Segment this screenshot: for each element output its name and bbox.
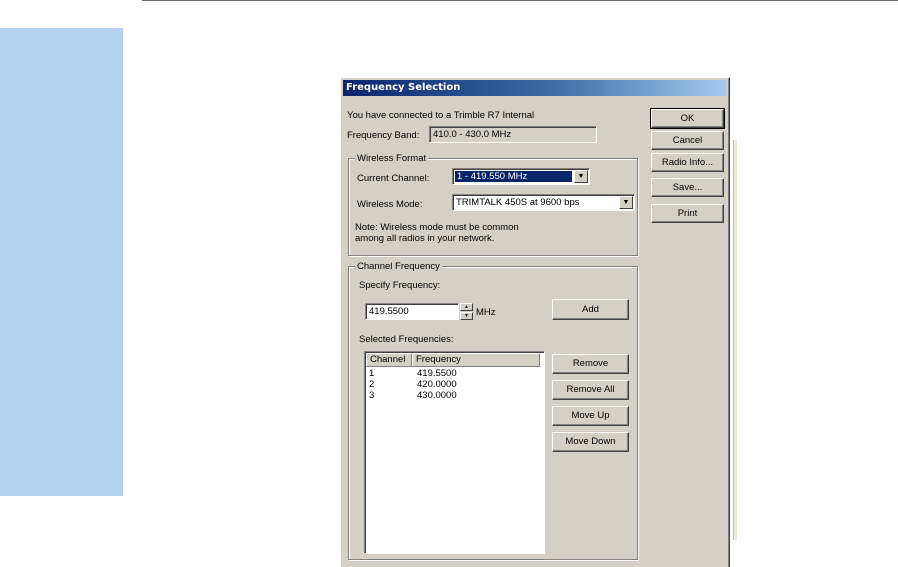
channel-cell: 3 xyxy=(369,390,375,401)
wireless-mode-label: Wireless Mode: xyxy=(357,199,423,210)
side-panel xyxy=(0,28,123,496)
dialog-title[interactable]: Frequency Selection xyxy=(343,80,726,96)
frequency-input[interactable]: 419.5500 xyxy=(365,303,459,320)
remove-button[interactable]: Remove xyxy=(552,354,629,374)
add-button[interactable]: Add xyxy=(552,299,629,320)
frequency-band-field: 410.0 - 430.0 MHz xyxy=(429,126,597,143)
cancel-button[interactable]: Cancel xyxy=(651,131,724,150)
frequency-cell: 420.0000 xyxy=(417,379,457,390)
frequencies-list[interactable]: Channel Frequency 1 419.5500 2 420.0000 … xyxy=(364,351,545,554)
move-down-button[interactable]: Move Down xyxy=(552,432,629,452)
frequency-spinner[interactable]: ▲ ▼ xyxy=(460,303,473,320)
channel-cell: 1 xyxy=(369,368,375,379)
connected-text: You have connected to a Trimble R7 Inter… xyxy=(347,110,535,121)
channel-cell: 2 xyxy=(369,379,375,390)
current-channel-dropdown[interactable]: 1 - 419.550 MHz ▼ xyxy=(452,168,590,185)
spin-down-icon[interactable]: ▼ xyxy=(460,312,473,320)
column-header-frequency[interactable]: Frequency xyxy=(412,353,540,367)
wireless-mode-dropdown[interactable]: TRIMTALK 450S at 9600 bps ▼ xyxy=(452,194,635,211)
move-up-button[interactable]: Move Up xyxy=(552,406,629,426)
current-channel-value: 1 - 419.550 MHz xyxy=(457,171,528,182)
spin-up-icon[interactable]: ▲ xyxy=(460,303,473,311)
list-item[interactable]: 1 419.5500 xyxy=(369,368,539,379)
specify-frequency-label: Specify Frequency: xyxy=(359,280,441,291)
list-item[interactable]: 2 420.0000 xyxy=(369,379,539,390)
channel-frequency-group: Channel Frequency Specify Frequency: 419… xyxy=(348,261,638,560)
note-line-1: Note: Wireless mode must be common xyxy=(355,222,519,233)
wireless-mode-value: TRIMTALK 450S at 9600 bps xyxy=(456,197,580,208)
frequency-cell: 419.5500 xyxy=(417,368,457,379)
background-window-edge xyxy=(733,140,737,540)
current-channel-selection: 1 - 419.550 MHz xyxy=(455,171,572,182)
frequency-band-label: Frequency Band: xyxy=(347,130,420,141)
current-channel-label: Current Channel: xyxy=(357,173,430,184)
selected-frequencies-label: Selected Frequencies: xyxy=(359,334,454,345)
print-button[interactable]: Print xyxy=(651,204,724,223)
frequency-band-value: 410.0 - 430.0 MHz xyxy=(433,129,512,140)
mhz-unit-label: MHz xyxy=(476,307,496,318)
list-item[interactable]: 3 430.0000 xyxy=(369,390,539,401)
column-header-channel[interactable]: Channel xyxy=(366,353,412,367)
chevron-down-icon[interactable]: ▼ xyxy=(574,170,588,183)
chevron-down-icon[interactable]: ▼ xyxy=(619,196,633,209)
remove-all-button[interactable]: Remove All xyxy=(552,380,629,400)
ok-button[interactable]: OK xyxy=(650,108,725,129)
frequency-selection-dialog: Frequency Selection You have connected t… xyxy=(340,77,730,567)
wireless-format-title: Wireless Format xyxy=(355,153,429,164)
save-button[interactable]: Save... xyxy=(651,178,724,197)
top-divider xyxy=(142,0,898,1)
radio-info-button[interactable]: Radio Info... xyxy=(651,153,724,172)
frequency-cell: 430.0000 xyxy=(417,390,457,401)
note-line-2: among all radios in your network. xyxy=(355,233,495,244)
channel-frequency-title: Channel Frequency xyxy=(355,261,442,272)
wireless-format-group: Wireless Format Current Channel: 1 - 419… xyxy=(348,153,638,256)
frequency-input-value: 419.5500 xyxy=(369,306,409,317)
